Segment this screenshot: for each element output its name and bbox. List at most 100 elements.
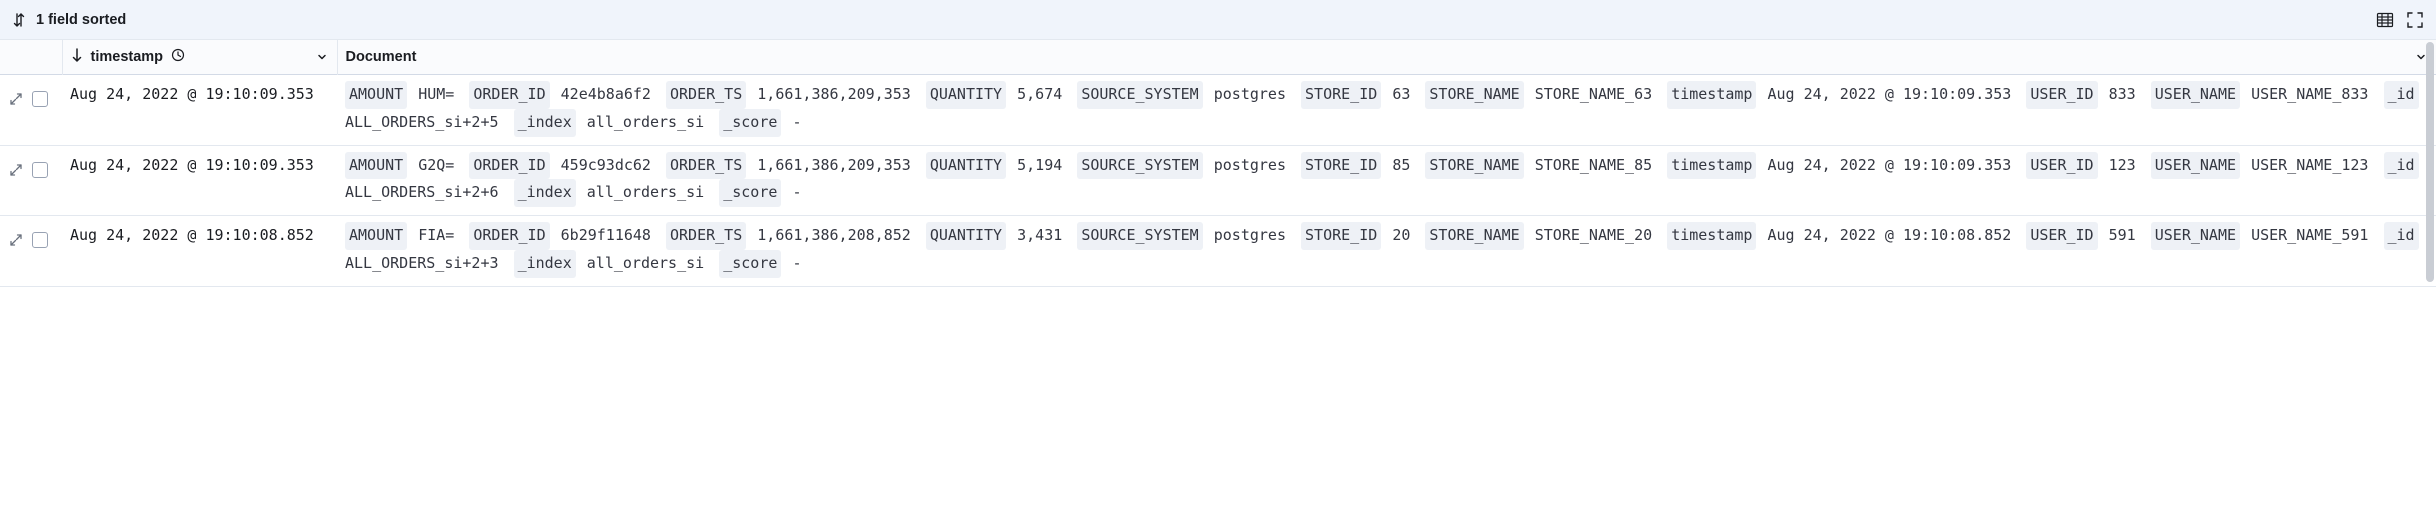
field-value: all_orders_si <box>587 113 704 131</box>
expand-row-icon[interactable] <box>8 162 24 178</box>
field-value: Aug 24, 2022 @ 19:10:09.353 <box>1768 85 2012 103</box>
field-value: STORE_NAME_20 <box>1535 226 1652 244</box>
density-icon[interactable] <box>2376 11 2394 29</box>
field-value: 5,674 <box>1017 85 1062 103</box>
timestamp-cell: Aug 24, 2022 @ 19:10:09.353 <box>62 145 337 216</box>
documents-table: timestamp <box>0 40 2436 287</box>
field-value: 63 <box>1392 85 1410 103</box>
expand-row-icon[interactable] <box>8 91 24 107</box>
field-value: - <box>792 254 801 272</box>
header-document[interactable]: Document <box>337 40 2436 75</box>
field-value: HUM= <box>418 85 454 103</box>
field-key: _score <box>719 250 781 278</box>
field-value: STORE_NAME_85 <box>1535 156 1652 174</box>
field-key: USER_ID <box>2026 81 2097 109</box>
field-key: SOURCE_SYSTEM <box>1077 222 1202 250</box>
field-value: 42e4b8a6f2 <box>561 85 651 103</box>
field-value: 5,194 <box>1017 156 1062 174</box>
field-value: postgres <box>1214 85 1286 103</box>
fullscreen-icon[interactable] <box>2406 11 2424 29</box>
field-key: QUANTITY <box>926 222 1006 250</box>
field-value: - <box>792 183 801 201</box>
field-key: timestamp <box>1667 152 1756 180</box>
field-key: USER_ID <box>2026 152 2097 180</box>
field-key: _id <box>2384 222 2419 250</box>
table-row: Aug 24, 2022 @ 19:10:08.852AMOUNT FIA= O… <box>0 216 2436 287</box>
table-row: Aug 24, 2022 @ 19:10:09.353AMOUNT HUM= O… <box>0 75 2436 146</box>
field-value: 123 <box>2109 156 2136 174</box>
field-key: ORDER_TS <box>666 81 746 109</box>
document-cell: AMOUNT G2Q= ORDER_ID 459c93dc62 ORDER_TS… <box>337 145 2436 216</box>
table-row: Aug 24, 2022 @ 19:10:09.353AMOUNT G2Q= O… <box>0 145 2436 216</box>
field-value: all_orders_si <box>587 183 704 201</box>
field-value: Aug 24, 2022 @ 19:10:08.852 <box>1768 226 2012 244</box>
field-value: postgres <box>1214 156 1286 174</box>
field-key: timestamp <box>1667 222 1756 250</box>
field-value: FIA= <box>418 226 454 244</box>
field-value: 85 <box>1392 156 1410 174</box>
clock-icon <box>171 48 185 66</box>
field-value: 6b29f11648 <box>561 226 651 244</box>
field-value: 833 <box>2109 85 2136 103</box>
field-value: 3,431 <box>1017 226 1062 244</box>
field-value: 1,661,386,208,852 <box>757 226 911 244</box>
field-key: AMOUNT <box>345 152 407 180</box>
document-cell: AMOUNT FIA= ORDER_ID 6b29f11648 ORDER_TS… <box>337 216 2436 287</box>
field-value: all_orders_si <box>587 254 704 272</box>
header-timestamp-label: timestamp <box>91 49 164 65</box>
field-value: 459c93dc62 <box>561 156 651 174</box>
field-value: USER_NAME_833 <box>2251 85 2368 103</box>
field-value: 1,661,386,209,353 <box>757 85 911 103</box>
field-key: _score <box>719 109 781 137</box>
sort-info-text[interactable]: 1 field sorted <box>36 12 126 28</box>
field-key: USER_NAME <box>2151 152 2240 180</box>
sort-vertical-icon[interactable] <box>12 13 26 27</box>
field-key: USER_NAME <box>2151 222 2240 250</box>
scrollbar-thumb[interactable] <box>2426 42 2434 282</box>
field-key: STORE_NAME <box>1425 222 1523 250</box>
field-value: STORE_NAME_63 <box>1535 85 1652 103</box>
document-cell: AMOUNT HUM= ORDER_ID 42e4b8a6f2 ORDER_TS… <box>337 75 2436 146</box>
expand-row-icon[interactable] <box>8 232 24 248</box>
field-value: 591 <box>2109 226 2136 244</box>
field-key: AMOUNT <box>345 222 407 250</box>
field-value: 20 <box>1392 226 1410 244</box>
header-timestamp[interactable]: timestamp <box>62 40 337 75</box>
field-value: G2Q= <box>418 156 454 174</box>
field-key: _id <box>2384 152 2419 180</box>
row-checkbox[interactable] <box>32 232 48 248</box>
scrollbar[interactable] <box>2424 40 2436 287</box>
field-key: STORE_NAME <box>1425 152 1523 180</box>
field-value: ALL_ORDERS_si+2+3 <box>345 254 499 272</box>
field-key: QUANTITY <box>926 152 1006 180</box>
sort-desc-icon <box>71 48 83 66</box>
chevron-down-icon[interactable] <box>315 50 329 64</box>
row-checkbox[interactable] <box>32 162 48 178</box>
field-value: - <box>792 113 801 131</box>
table-header-row: timestamp <box>0 40 2436 75</box>
field-key: USER_NAME <box>2151 81 2240 109</box>
field-key: STORE_ID <box>1301 152 1381 180</box>
field-key: ORDER_ID <box>469 222 549 250</box>
header-controls <box>0 40 62 75</box>
row-checkbox[interactable] <box>32 91 48 107</box>
sort-toolbar: 1 field sorted <box>0 0 2436 40</box>
field-key: _index <box>514 250 576 278</box>
field-key: _index <box>514 179 576 207</box>
field-value: postgres <box>1214 226 1286 244</box>
field-key: SOURCE_SYSTEM <box>1077 81 1202 109</box>
field-key: _score <box>719 179 781 207</box>
field-key: ORDER_ID <box>469 152 549 180</box>
field-value: USER_NAME_591 <box>2251 226 2368 244</box>
field-value: ALL_ORDERS_si+2+5 <box>345 113 499 131</box>
field-key: STORE_ID <box>1301 222 1381 250</box>
field-key: ORDER_TS <box>666 152 746 180</box>
header-document-label: Document <box>346 49 417 65</box>
field-key: ORDER_ID <box>469 81 549 109</box>
field-key: SOURCE_SYSTEM <box>1077 152 1202 180</box>
field-value: 1,661,386,209,353 <box>757 156 911 174</box>
field-key: _index <box>514 109 576 137</box>
field-value: Aug 24, 2022 @ 19:10:09.353 <box>1768 156 2012 174</box>
field-key: STORE_ID <box>1301 81 1381 109</box>
field-value: ALL_ORDERS_si+2+6 <box>345 183 499 201</box>
